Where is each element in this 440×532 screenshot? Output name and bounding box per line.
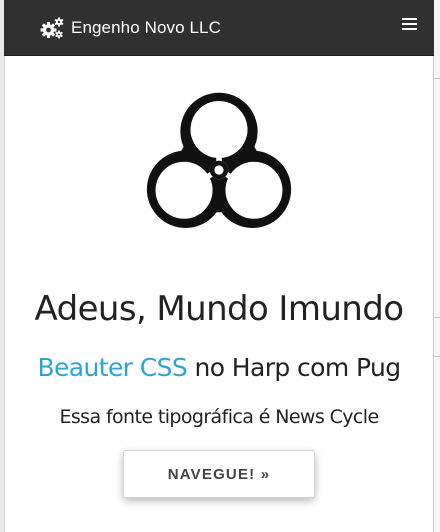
scrollbar-tick	[434, 356, 440, 357]
lead-paragraph: Essa fonte tipográfica é News Cycle	[59, 406, 379, 428]
brand-name: Engenho Novo LLC	[71, 17, 221, 37]
scrollbar-tick	[434, 78, 440, 79]
brand-link[interactable]: Engenho Novo LLC	[40, 16, 221, 39]
top-navbar: Engenho Novo LLC	[4, 0, 434, 56]
page-subtitle: Beauter CSS no Harp com Pug	[4, 352, 434, 384]
cogs-icon	[40, 16, 64, 38]
right-scrollbar-track[interactable]	[433, 0, 440, 532]
scrollbar-tick	[434, 317, 440, 318]
browser-viewport: Engenho Novo LLC Adeus, Mundo Imundo Bea…	[0, 0, 440, 532]
hero-section: Adeus, Mundo Imundo Beauter CSS no Harp …	[4, 56, 434, 498]
navigate-button[interactable]: NAVEGUE! »	[123, 450, 315, 498]
cta-container: NAVEGUE! »	[4, 450, 434, 498]
hamburger-menu-icon[interactable]	[402, 16, 417, 32]
biohazard-icon	[146, 92, 292, 228]
hero-image	[4, 78, 434, 262]
subtitle-accent-text: Beauter CSS	[37, 353, 188, 382]
subtitle-text: no Harp com Pug	[187, 353, 402, 382]
page-title: Adeus, Mundo Imundo	[34, 289, 405, 329]
